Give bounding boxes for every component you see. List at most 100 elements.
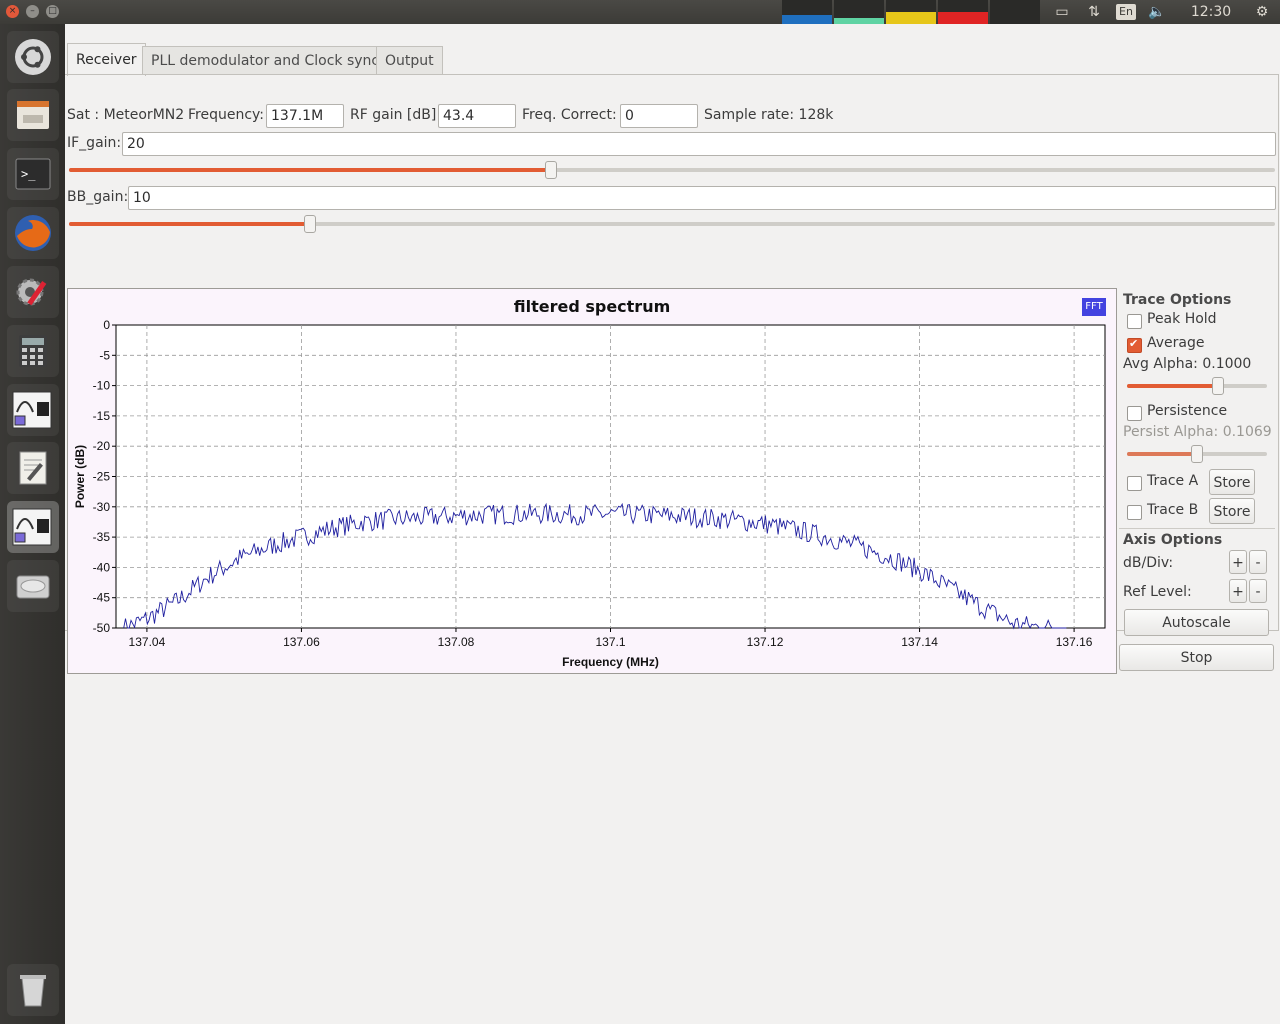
sample-rate-label: Sample rate: 128k bbox=[704, 107, 834, 123]
x-tick-label: 137.04 bbox=[129, 635, 166, 649]
trace-a-store-button[interactable]: Store bbox=[1209, 469, 1255, 495]
trash-icon[interactable] bbox=[7, 964, 59, 1016]
x-tick-label: 137.1 bbox=[595, 635, 625, 649]
tab-pll-demodulator[interactable]: PLL demodulator and Clock sync bbox=[142, 46, 389, 75]
y-axis-label: Power (dB) bbox=[73, 445, 87, 508]
bb-gain-field[interactable]: 10 bbox=[128, 186, 1276, 210]
stop-button[interactable]: Stop bbox=[1119, 644, 1274, 671]
persist-alpha-slider-handle[interactable] bbox=[1191, 445, 1203, 463]
network-arrows-icon[interactable]: ⇅ bbox=[1084, 0, 1104, 24]
freq-correct-field[interactable]: 0 bbox=[620, 104, 698, 128]
receiver-tab-panel: Sat : MeteorMN2 Frequency: 137.1M RF gai… bbox=[65, 74, 1279, 674]
average-label: Average bbox=[1147, 335, 1205, 351]
firefox-icon[interactable] bbox=[7, 207, 59, 259]
x-tick-label: 137.08 bbox=[438, 635, 475, 649]
y-tick-label: -25 bbox=[93, 470, 111, 484]
db-div-label: dB/Div: bbox=[1123, 555, 1174, 571]
persist-alpha-label: Persist Alpha: 0.1069 bbox=[1123, 424, 1272, 440]
language-indicator[interactable]: En bbox=[1116, 4, 1136, 20]
gnuradio-flowgraph-icon[interactable] bbox=[7, 501, 59, 553]
volume-icon[interactable]: 🔈 bbox=[1146, 0, 1168, 24]
y-tick-label: -40 bbox=[93, 560, 111, 574]
x-axis-label: Frequency (MHz) bbox=[562, 655, 659, 669]
gnuradio-companion-icon[interactable] bbox=[7, 384, 59, 436]
db-div-minus-button[interactable]: - bbox=[1249, 550, 1267, 574]
file-manager-icon[interactable] bbox=[7, 89, 59, 141]
keyboard-icon[interactable]: ▭ bbox=[1052, 0, 1072, 24]
trace-b-checkbox[interactable] bbox=[1127, 505, 1142, 520]
bb-gain-slider-handle[interactable] bbox=[304, 215, 317, 233]
peak-hold-checkbox[interactable] bbox=[1127, 314, 1142, 329]
x-tick-label: 137.16 bbox=[1056, 635, 1093, 649]
persist-alpha-slider[interactable] bbox=[1127, 445, 1267, 463]
bb-gain-slider[interactable] bbox=[69, 215, 1275, 233]
swap-graph bbox=[938, 0, 988, 24]
satellite-label: Sat : MeteorMN2 bbox=[67, 107, 185, 123]
launcher: >_ bbox=[0, 24, 66, 1024]
ref-level-plus-button[interactable]: + bbox=[1229, 579, 1247, 603]
cpu-graph bbox=[782, 0, 832, 24]
rf-gain-field[interactable]: 43.4 bbox=[438, 104, 516, 128]
spectrum-plot[interactable]: filtered spectrum FFT 137.04 137.06 137.08… bbox=[67, 288, 1117, 674]
y-tick-label: -10 bbox=[93, 379, 111, 393]
clock[interactable]: 12:30 AM bbox=[1178, 0, 1244, 44]
freq-correct-label: Freq. Correct: bbox=[522, 107, 617, 123]
y-tick-label: -50 bbox=[93, 621, 111, 635]
memory-graph bbox=[834, 0, 884, 24]
calculator-icon[interactable] bbox=[7, 325, 59, 377]
y-tick-label: 0 bbox=[103, 318, 110, 332]
divider bbox=[1119, 528, 1275, 529]
plot-controls: Trace Options Peak Hold Average Avg Alph… bbox=[1117, 288, 1277, 672]
gear-icon[interactable]: ⚙ bbox=[1252, 0, 1272, 24]
trace-b-label: Trace B bbox=[1147, 502, 1199, 518]
disk-drive-icon[interactable] bbox=[7, 560, 59, 612]
persist-alpha-slider-fill bbox=[1127, 452, 1197, 456]
ubuntu-dash-icon[interactable] bbox=[7, 31, 59, 83]
if-gain-label: IF_gain: bbox=[67, 135, 122, 151]
bb-gain-slider-fill bbox=[69, 222, 311, 226]
trace-a-checkbox[interactable] bbox=[1127, 476, 1142, 491]
y-tick-label: -35 bbox=[93, 530, 111, 544]
y-tick-label: -5 bbox=[99, 348, 110, 362]
frequency-field[interactable]: 137.1M bbox=[266, 104, 344, 128]
trace-options-heading: Trace Options bbox=[1123, 292, 1232, 308]
db-div-plus-button[interactable]: + bbox=[1229, 550, 1247, 574]
if-gain-slider[interactable] bbox=[69, 161, 1275, 179]
x-tick-label: 137.12 bbox=[747, 635, 784, 649]
system-monitor-indicator[interactable] bbox=[782, 0, 1042, 24]
ref-level-minus-button[interactable]: - bbox=[1249, 579, 1267, 603]
autoscale-button[interactable]: Autoscale bbox=[1124, 609, 1269, 636]
trace-b-store-button[interactable]: Store bbox=[1209, 498, 1255, 524]
if-gain-field[interactable]: 20 bbox=[122, 132, 1276, 156]
x-tick-label: 137.06 bbox=[283, 635, 320, 649]
frequency-label: Frequency: bbox=[188, 107, 265, 123]
persistence-checkbox[interactable] bbox=[1127, 406, 1142, 421]
text-editor-icon[interactable] bbox=[7, 442, 59, 494]
maximize-button[interactable]: □ bbox=[46, 5, 59, 18]
bb-gain-label: BB_gain: bbox=[67, 189, 129, 205]
close-button[interactable]: × bbox=[6, 5, 19, 18]
peak-hold-label: Peak Hold bbox=[1147, 311, 1217, 327]
y-tick-label: -30 bbox=[93, 500, 111, 514]
svg-text:>_: >_ bbox=[21, 167, 36, 181]
avg-alpha-label: Avg Alpha: 0.1000 bbox=[1123, 356, 1252, 372]
network-graph bbox=[886, 0, 936, 24]
axis-options-heading: Axis Options bbox=[1123, 532, 1223, 548]
load-graph bbox=[990, 0, 1040, 24]
average-checkbox[interactable] bbox=[1127, 337, 1142, 353]
terminal-icon[interactable]: >_ bbox=[7, 148, 59, 200]
tab-output[interactable]: Output bbox=[376, 46, 443, 75]
system-settings-icon[interactable] bbox=[7, 266, 59, 318]
avg-alpha-slider[interactable] bbox=[1127, 377, 1267, 395]
if-gain-slider-fill bbox=[69, 168, 552, 172]
persistence-label: Persistence bbox=[1147, 403, 1228, 419]
rf-gain-label: RF gain [dB]: bbox=[350, 107, 442, 123]
if-gain-slider-handle[interactable] bbox=[545, 161, 558, 179]
minimize-button[interactable]: – bbox=[26, 5, 39, 18]
y-tick-label: -20 bbox=[93, 439, 111, 453]
avg-alpha-slider-fill bbox=[1127, 384, 1218, 388]
avg-alpha-slider-handle[interactable] bbox=[1212, 377, 1224, 395]
spectrum-chart: 137.04 137.06 137.08 137.1 137.12 137.14 137.1… bbox=[73, 318, 1106, 669]
tab-receiver[interactable]: Receiver bbox=[67, 43, 146, 76]
y-tick-label: -45 bbox=[93, 591, 111, 605]
